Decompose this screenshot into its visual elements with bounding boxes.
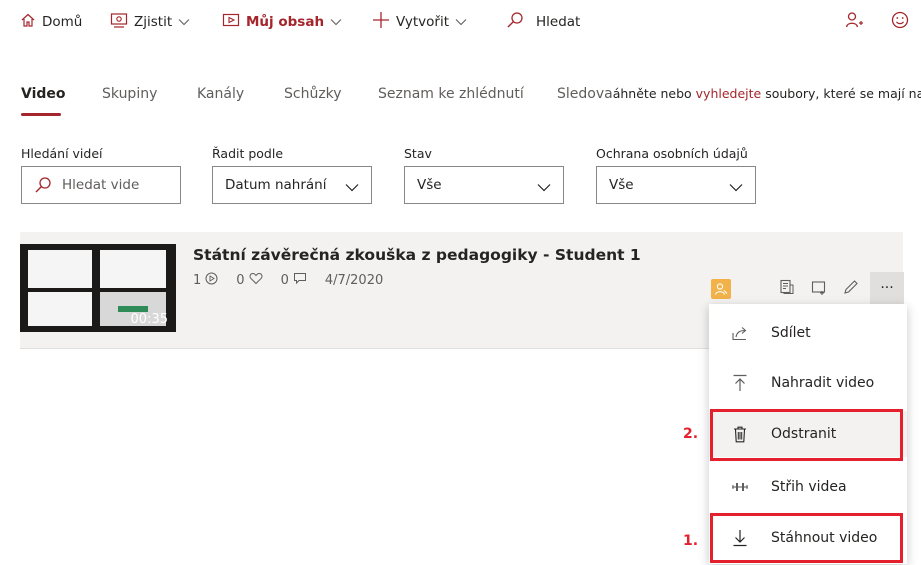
annotation-step-1: 1. [683,533,699,549]
upload-hint-prefix: áhněte nebo [612,86,696,101]
active-tab-indicator [21,113,61,116]
thumbnail-slide [100,250,166,288]
nav-home[interactable]: Domů [20,10,82,34]
upload-hint-suffix: soubory, které se mají nahrát. [765,86,921,101]
upload-date: 4/7/2020 [324,273,384,288]
nav-search[interactable]: Hledat [506,10,580,34]
menu-trim-label: Střih videa [771,479,847,495]
top-navigation: Domů Zjistit Můj obsah Vytvořit Hledat [0,0,921,44]
video-title[interactable]: Státní závěrečná zkouška z pedagogiky - … [193,246,641,264]
nav-my-content-label: Můj obsah [246,14,325,30]
search-videos-label: Hledání videí [21,146,103,161]
views-icon [205,272,218,289]
video-details-button[interactable] [776,278,798,300]
nav-my-content[interactable]: Můj obsah [222,10,348,34]
upload-icon [727,360,753,406]
nav-create-label: Vytvořit [396,14,449,30]
owner-badge-icon [711,279,731,299]
add-to-icon [811,279,827,299]
views-count: 1 [193,273,202,288]
search-placeholder: Hledat vide [62,177,140,193]
likes-count: 0 [236,273,245,288]
search-icon [34,176,52,194]
privacy-dropdown[interactable]: Vše [596,166,756,204]
nav-search-label: Hledat [536,14,581,30]
more-options-button[interactable]: ··· [870,272,904,304]
tab-video[interactable]: Video [21,86,66,102]
sort-label: Řadit podle [212,146,284,161]
discover-icon [110,12,134,32]
sort-value: Datum nahrání [225,177,327,193]
tab-watchlist[interactable]: Seznam ke zhlédnutí [378,86,524,102]
privacy-value: Vše [609,177,634,193]
pencil-icon [843,279,859,299]
sort-dropdown[interactable]: Datum nahrání [212,166,372,204]
upload-hint: Sledovaáhněte nebo vyhledejte soubory, k… [557,86,921,102]
menu-replace-label: Nahradit video [771,375,875,391]
search-icon [506,11,530,33]
chevron-down-icon [330,14,348,30]
nav-home-label: Domů [42,14,83,30]
comments-count: 0 [280,273,289,288]
chevron-down-icon [537,180,551,196]
privacy-label: Ochrana osobních údajů [596,146,748,161]
annotation-box-download [710,513,903,563]
status-value: Vše [417,177,442,193]
menu-item-replace[interactable]: Nahradit video [709,360,907,406]
menu-share-label: Sdílet [771,325,811,341]
browse-link[interactable]: vyhledejte [696,86,762,101]
annotation-box-delete [710,409,903,461]
feedback-button[interactable] [891,10,915,34]
status-label: Stav [404,146,432,161]
chevron-down-icon [178,14,196,30]
my-content-icon [222,12,246,32]
tab-followed[interactable]: Sledova [557,86,613,102]
trim-icon [727,464,753,510]
share-icon [727,310,753,356]
comment-icon [293,272,307,289]
home-icon [20,12,42,32]
chevron-down-icon [455,14,473,30]
status-dropdown[interactable]: Vše [404,166,564,204]
chevron-down-icon [729,180,743,196]
video-thumbnail[interactable]: 00:35 [20,244,176,332]
details-icon [779,279,795,299]
ellipsis-icon: ··· [880,280,894,296]
thumbnail-slide [28,292,92,326]
nav-discover-label: Zjistit [134,14,173,30]
edit-video-button[interactable] [840,278,862,300]
tab-groups[interactable]: Skupiny [102,86,157,102]
tab-meetings[interactable]: Schůzky [284,86,342,102]
profile-button[interactable] [845,10,869,34]
video-stats: 1 0 0 4/7/2020 [193,272,383,289]
smiley-icon [891,11,915,33]
add-to-group-button[interactable] [808,278,830,300]
heart-icon [249,272,263,289]
search-videos-input[interactable]: Hledat vide [21,166,181,204]
plus-icon [372,11,396,33]
menu-item-share[interactable]: Sdílet [709,310,907,356]
thumbnail-slide [28,250,92,288]
person-add-icon [845,11,869,33]
menu-item-trim[interactable]: Střih videa [709,464,907,510]
nav-discover[interactable]: Zjistit [110,10,196,34]
annotation-step-2: 2. [683,426,699,442]
nav-create[interactable]: Vytvořit [372,10,473,34]
video-duration: 00:35 [130,312,168,327]
tab-channels[interactable]: Kanály [197,86,244,102]
chevron-down-icon [345,180,359,196]
